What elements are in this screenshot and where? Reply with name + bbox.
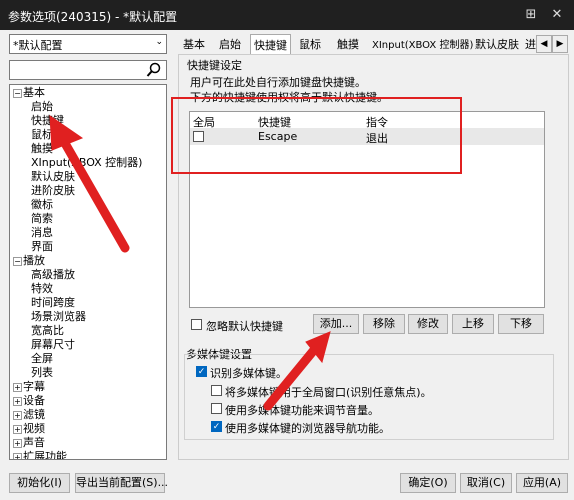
collapse-icon[interactable]: − bbox=[13, 257, 22, 266]
ok-button[interactable]: 确定(O) bbox=[400, 473, 456, 493]
tab-basic[interactable]: 基本 bbox=[180, 36, 208, 54]
browser-nav-checkbox[interactable]: ✓ bbox=[211, 421, 222, 432]
init-button[interactable]: 初始化(I) bbox=[9, 473, 70, 493]
tree-node[interactable]: 扩展功能 bbox=[23, 450, 67, 459]
tree-node-basic[interactable]: 基本 bbox=[23, 86, 45, 100]
close-icon[interactable]: ✕ bbox=[548, 6, 566, 24]
tab-touch[interactable]: 触摸 bbox=[334, 36, 362, 54]
tree-item[interactable]: 启始 bbox=[31, 100, 53, 114]
ignore-default-checkbox[interactable] bbox=[191, 319, 202, 330]
export-config-button[interactable]: 导出当前配置(S)... bbox=[75, 473, 168, 493]
tab-mouse[interactable]: 鼠标 bbox=[296, 36, 324, 54]
search-icon[interactable] bbox=[146, 62, 162, 82]
tree-item[interactable]: 屏幕尺寸 bbox=[31, 338, 75, 352]
ignore-default-label: 忽略默认快捷键 bbox=[206, 320, 283, 333]
tree-item[interactable]: 触摸 bbox=[31, 142, 53, 156]
profile-select[interactable]: *默认配置 ⌄ bbox=[9, 34, 167, 54]
expand-icon[interactable]: + bbox=[13, 383, 22, 392]
collapse-icon[interactable]: − bbox=[13, 89, 22, 98]
tree-item[interactable]: 全屏 bbox=[31, 352, 53, 366]
expand-icon[interactable]: + bbox=[13, 411, 22, 420]
title-bar[interactable]: 参数选项(240315) - *默认配置 ⊞ ✕ bbox=[0, 0, 574, 30]
tree-item[interactable]: 场景浏览器 bbox=[31, 310, 86, 324]
annotation-highlight-box bbox=[171, 97, 462, 174]
media-option-label: 将多媒体键用于全局窗口(识别任意焦点)。 bbox=[225, 386, 432, 399]
move-down-button[interactable]: 下移 bbox=[498, 314, 544, 334]
cancel-button[interactable]: 取消(C) bbox=[460, 473, 512, 493]
tree-node[interactable]: 字幕 bbox=[23, 380, 45, 394]
media-option-label: 使用多媒体键功能来调节音量。 bbox=[225, 404, 379, 417]
tree-item[interactable]: 默认皮肤 bbox=[31, 170, 75, 184]
tree-item[interactable]: 进阶皮肤 bbox=[31, 184, 75, 198]
tree-node[interactable]: 声音 bbox=[23, 436, 45, 450]
pin-icon[interactable]: ⊞ bbox=[522, 6, 540, 24]
tree-item[interactable]: 宽高比 bbox=[31, 324, 64, 338]
profile-value: *默认配置 bbox=[13, 39, 63, 52]
tab-start[interactable]: 启始 bbox=[216, 36, 244, 54]
volume-media-checkbox[interactable] bbox=[211, 403, 222, 414]
tree-item[interactable]: XInput(XBOX 控制器) bbox=[31, 156, 142, 170]
tab-xinput[interactable]: XInput(XBOX 控制器) bbox=[369, 36, 476, 54]
tree-item[interactable]: 简索 bbox=[31, 212, 53, 226]
expand-icon[interactable]: + bbox=[13, 453, 22, 459]
tab-scroll-left-icon[interactable]: ◀ bbox=[536, 35, 552, 53]
tree-item[interactable]: 时间跨度 bbox=[31, 296, 75, 310]
apply-button[interactable]: 应用(A) bbox=[516, 473, 568, 493]
tree-item[interactable]: 徽标 bbox=[31, 198, 53, 212]
expand-icon[interactable]: + bbox=[13, 397, 22, 406]
expand-icon[interactable]: + bbox=[13, 425, 22, 434]
tree-node[interactable]: 设备 bbox=[23, 394, 45, 408]
tree-node[interactable]: 视频 bbox=[23, 422, 45, 436]
tree-item-hotkeys[interactable]: 快捷键 bbox=[31, 114, 64, 128]
tab-scroll-right-icon[interactable]: ▶ bbox=[552, 35, 568, 53]
tree-item[interactable]: 消息 bbox=[31, 226, 53, 240]
tree-item[interactable]: 列表 bbox=[31, 366, 53, 380]
tab-skin[interactable]: 默认皮肤 bbox=[472, 36, 522, 54]
global-media-checkbox[interactable] bbox=[211, 385, 222, 396]
tab-bar: 基本 启始 快捷键 鼠标 触摸 XInput(XBOX 控制器) 默认皮肤 进 … bbox=[178, 34, 570, 54]
expand-icon[interactable]: + bbox=[13, 439, 22, 448]
footer-bar: 初始化(I) 导出当前配置(S)... 确定(O) 取消(C) 应用(A) bbox=[0, 470, 574, 500]
add-button[interactable]: 添加... bbox=[313, 314, 359, 334]
preferences-window: 参数选项(240315) - *默认配置 ⊞ ✕ *默认配置 ⌄ − 基本 启始… bbox=[0, 0, 574, 500]
settings-tree[interactable]: − 基本 启始 快捷键 鼠标 触摸 XInput(XBOX 控制器) 默认皮肤 … bbox=[9, 84, 167, 460]
media-option-label: 识别多媒体键。 bbox=[210, 367, 287, 380]
tree-node[interactable]: 滤镜 bbox=[23, 408, 45, 422]
media-keys-checkbox[interactable]: ✓ bbox=[196, 366, 207, 377]
window-title: 参数选项(240315) - *默认配置 bbox=[8, 10, 178, 24]
media-option-label: 使用多媒体键的浏览器导航功能。 bbox=[225, 422, 390, 435]
hotkey-group-title: 快捷键设定 bbox=[187, 59, 242, 72]
search-input[interactable] bbox=[9, 60, 167, 80]
hotkey-description: 用户可在此处自行添加键盘快捷键。 bbox=[190, 76, 366, 89]
tree-item[interactable]: 鼠标 bbox=[31, 128, 53, 142]
tree-item[interactable]: 界面 bbox=[31, 240, 53, 254]
edit-button[interactable]: 修改 bbox=[408, 314, 448, 334]
tab-hotkeys[interactable]: 快捷键 bbox=[250, 34, 291, 54]
tree-item[interactable]: 特效 bbox=[31, 282, 53, 296]
move-up-button[interactable]: 上移 bbox=[452, 314, 494, 334]
chevron-down-icon: ⌄ bbox=[155, 37, 163, 47]
tree-item[interactable]: 高级播放 bbox=[31, 268, 75, 282]
tree-node-playback[interactable]: 播放 bbox=[23, 254, 45, 268]
remove-button[interactable]: 移除 bbox=[363, 314, 405, 334]
